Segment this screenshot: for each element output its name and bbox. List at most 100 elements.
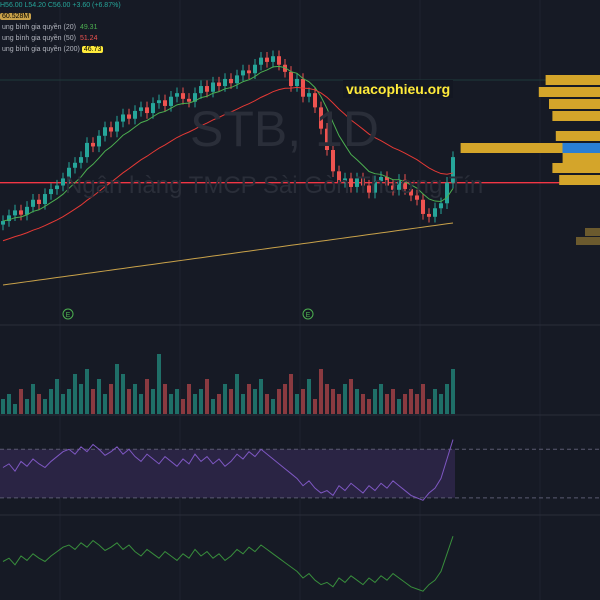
volume-bar [343,384,347,414]
volume-bar [25,399,29,414]
candle [157,100,161,104]
volume-profile-bar-value-area [562,143,600,153]
candle [223,78,227,87]
volume-bar [49,389,53,414]
candle [385,177,389,186]
volume-value: 60.528M [0,13,32,20]
candle [205,86,209,92]
candle [349,178,353,187]
candle [145,107,149,114]
candle [409,189,413,196]
volume-bar [403,394,407,414]
ma200-value: 46.73 [81,46,104,53]
volume-bar [307,379,311,414]
volume-bar [67,389,71,414]
volume-bar [439,394,443,414]
candle [229,78,233,84]
volume-bar [415,394,419,414]
candle [13,210,17,216]
volume-bar [13,404,17,414]
candle [97,135,101,147]
ma50-line [2,86,454,242]
volume-bar [7,394,11,414]
candle [373,181,377,193]
candle [181,93,185,99]
ma50-legend[interactable]: ung bình gia quyền (50) 51.24 [0,33,121,44]
candle [421,199,425,214]
volume-profile-bar [549,99,600,109]
candle [49,189,53,195]
volume-bar [91,389,95,414]
candle [175,93,179,97]
candle [55,185,59,190]
volume-bar [271,399,275,414]
volume-bar [289,374,293,414]
ma200-legend[interactable]: ung bình gia quyền (200) 46.73 [0,44,121,55]
volume-bar [451,369,455,414]
candle [139,107,143,111]
volume-bar [151,389,155,414]
candle [235,75,239,84]
volume-bar [259,379,263,414]
volume-bar [19,389,23,414]
candle [307,93,311,97]
candle [313,93,317,108]
volume-bar [37,394,41,414]
candle [37,199,41,204]
candle [241,70,245,76]
earnings-marker[interactable]: E [62,308,74,320]
volume-bar [205,379,209,414]
candle [265,57,269,62]
volume-bar [193,394,197,414]
candle [451,157,455,183]
volume-bar [301,389,305,414]
candle [127,114,131,119]
volume-bar [61,394,65,414]
candle [103,127,107,136]
volume-bar [253,389,257,414]
candle [391,185,395,190]
volume-bar [55,379,59,414]
volume-bar [31,384,35,414]
volume-bar [445,384,449,414]
candle [295,78,299,87]
volume-bar [283,384,287,414]
volume-bar [187,384,191,414]
candle [289,71,293,87]
earnings-marker[interactable]: E [302,308,314,320]
candle [337,171,341,182]
momentum-line [2,536,454,592]
volume-bar [241,394,245,414]
candle [115,121,119,132]
ma20-legend[interactable]: ung bình gia quyền (20) 49.31 [0,22,121,33]
candle [1,221,5,225]
volume-bar [121,374,125,414]
site-label: vuacophieu.org [343,80,454,98]
volume-bar [211,399,215,414]
volume-bar [391,389,395,414]
volume-profile-bar [562,153,600,163]
candle [247,70,251,74]
price-chart[interactable]: EE [0,0,600,600]
volume-bar [133,384,137,414]
legend: H56.00 L54.20 C56.00 +3.60 (+6.87%) 60.5… [0,0,121,55]
candle [151,103,155,114]
candle [433,208,437,217]
ma20-value: 49.31 [79,24,98,31]
volume-bar [433,389,437,414]
candle [109,127,113,132]
volume-bar [367,399,371,414]
volume-bar [139,394,143,414]
volume-bar [379,384,383,414]
svg-text:E: E [306,312,311,319]
volume-bar [361,394,365,414]
volume-profile-bar [538,87,600,97]
volume-profile-bar [585,228,600,236]
volume-bar [181,399,185,414]
volume-profile-bar [552,111,600,121]
volume-bar [235,374,239,414]
candle [121,114,125,122]
candle [163,100,167,106]
candle [271,56,275,62]
candle [355,178,359,187]
